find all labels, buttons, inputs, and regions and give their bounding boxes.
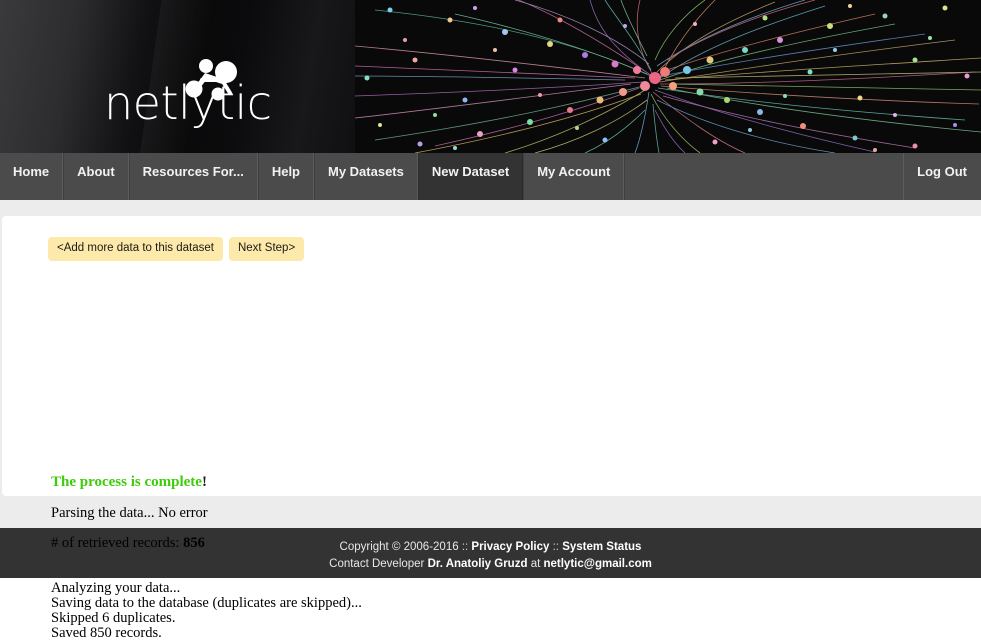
records-count: 856: [183, 535, 205, 551]
records-label: # of retrieved records:: [51, 535, 180, 551]
developer-email-link[interactable]: netlytic@gmail.com: [543, 558, 651, 570]
network-graph-background: [355, 0, 981, 153]
nav-label-help: Help: [271, 164, 300, 179]
nav-item-log-out[interactable]: Log Out: [904, 153, 981, 200]
log-line-skipped: Skipped 6 duplicates.: [51, 610, 176, 626]
next-step-button[interactable]: Next Step>: [228, 237, 305, 261]
privacy-policy-link[interactable]: Privacy Policy: [471, 541, 549, 553]
log-line-analyzing: Analyzing your data...: [51, 580, 181, 596]
nav-label-my-datasets: My Datasets: [328, 164, 404, 179]
network-graph-svg: [355, 0, 981, 153]
process-log: Parsing the data... No error # of retrie…: [51, 506, 362, 641]
nav-label-resources-for: Resources For...: [142, 164, 244, 179]
log-gap-3: [51, 566, 362, 581]
footer-contact-at: at: [530, 558, 541, 570]
nav-item-my-account[interactable]: My Account: [523, 153, 625, 200]
nav-label-my-account: My Account: [537, 164, 611, 179]
action-button-row: <Add more data to this dataset Next Step…: [48, 237, 305, 261]
log-gap-1: [51, 521, 362, 536]
site-logo[interactable]: netlytic: [104, 58, 272, 130]
nav-item-resources-for[interactable]: Resources For...: [128, 153, 258, 200]
log-line-records: # of retrieved records: 856: [51, 536, 362, 551]
logo-wordmark: netlytic: [104, 76, 272, 130]
nav-item-my-datasets[interactable]: My Datasets: [314, 153, 418, 200]
nav-item-about[interactable]: About: [63, 153, 129, 200]
log-line-saving: Saving data to the database (duplicates …: [51, 595, 362, 611]
nav-label-new-dataset: New Dataset: [431, 164, 510, 179]
status-exclamation: !: [201, 474, 207, 490]
nav-item-home[interactable]: Home: [0, 153, 64, 200]
nav-label-about: About: [77, 164, 115, 179]
main-navigation: Home About Resources For... Help My Data…: [0, 153, 981, 200]
content-panel: <Add more data to this dataset Next Step…: [2, 216, 981, 641]
log-gap-2: [51, 551, 362, 566]
nav-item-help[interactable]: Help: [257, 153, 314, 200]
nav-label-log-out: Log Out: [917, 164, 967, 179]
developer-name: Dr. Anatoliy Gruzd: [427, 558, 528, 570]
add-more-data-button[interactable]: <Add more data to this dataset: [48, 237, 223, 261]
nav-label-home: Home: [13, 164, 50, 179]
nav-item-new-dataset[interactable]: New Dataset: [417, 153, 524, 200]
process-status-message: The process is complete!: [51, 474, 207, 491]
log-line-saved: Saved 850 records.: [51, 625, 162, 641]
footer-separator-2: ::: [552, 541, 559, 553]
page-background: <Add more data to this dataset Next Step…: [0, 200, 981, 641]
status-complete-text: The process is complete: [51, 474, 202, 490]
log-line-parsing: Parsing the data... No error: [51, 505, 208, 521]
nav-spacer: [624, 153, 905, 200]
system-status-link[interactable]: System Status: [562, 541, 641, 553]
footer-separator-1: ::: [461, 541, 469, 553]
site-banner: netlytic: [0, 0, 981, 153]
